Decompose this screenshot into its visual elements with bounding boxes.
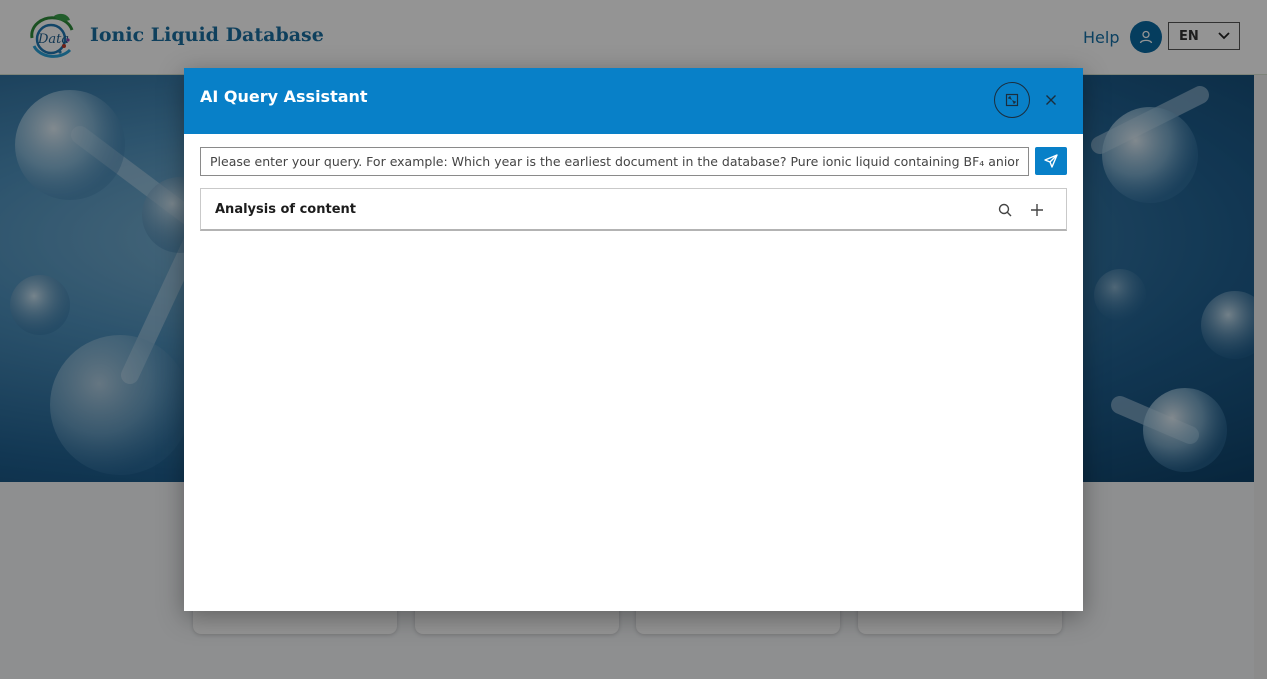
send-button[interactable] <box>1035 147 1067 175</box>
dialog-title: AI Query Assistant <box>200 87 368 106</box>
close-button[interactable] <box>1042 91 1060 109</box>
query-input[interactable] <box>200 147 1029 176</box>
expand-icon <box>1005 93 1019 107</box>
send-icon <box>1044 154 1058 168</box>
plus-icon <box>1031 204 1043 216</box>
search-button[interactable] <box>996 201 1014 219</box>
page: Data Ionic Liquid Database Help EN AI Qu… <box>0 0 1267 679</box>
expand-button[interactable] <box>994 82 1030 118</box>
search-icon <box>998 203 1012 217</box>
analysis-title: Analysis of content <box>215 202 356 217</box>
dialog-header: AI Query Assistant <box>184 68 1083 134</box>
add-button[interactable] <box>1027 200 1047 220</box>
ai-query-assistant-dialog: AI Query Assistant Analy <box>184 68 1083 611</box>
analysis-panel: Analysis of content <box>200 188 1067 231</box>
close-icon <box>1046 95 1056 105</box>
